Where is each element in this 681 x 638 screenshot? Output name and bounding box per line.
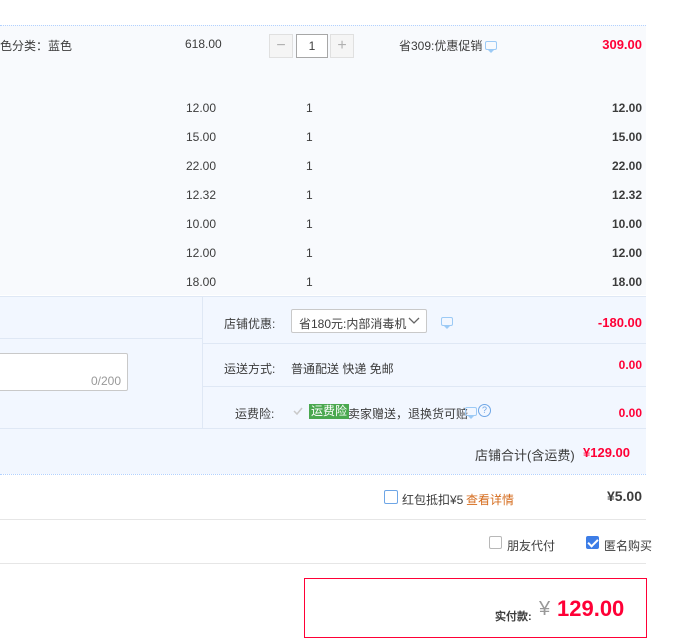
divider <box>202 343 646 344</box>
addon-price: 12.32 <box>186 188 217 202</box>
insurance-value: 0.00 <box>618 406 642 420</box>
chat-icon[interactable] <box>465 407 477 419</box>
anonymous-label: 匿名购买 <box>604 539 653 553</box>
discount-label: 店铺优惠: <box>224 317 276 331</box>
insurance-tag: 运费险 <box>309 404 350 419</box>
addon-price: 22.00 <box>186 159 217 173</box>
chevron-down-icon <box>408 317 420 324</box>
divider <box>202 296 203 428</box>
payment-label: 实付款: <box>495 611 532 623</box>
divider <box>0 519 646 520</box>
divider <box>0 428 646 429</box>
help-icon[interactable]: ? <box>478 404 491 417</box>
discount-select-value: 省180元:内部消毒机 <box>299 317 407 331</box>
order-item-panel <box>0 25 646 295</box>
addon-qty: 1 <box>306 246 313 260</box>
addon-total: 22.00 <box>611 159 642 173</box>
addon-price: 12.00 <box>186 246 217 260</box>
shop-total-label: 店铺合计(含运费) <box>475 448 575 463</box>
addon-total: 12.00 <box>611 101 642 115</box>
quantity-plus-button[interactable]: + <box>330 34 354 58</box>
friend-pay-checkbox[interactable] <box>489 536 502 549</box>
addon-total: 10.00 <box>611 217 642 231</box>
addon-price: 15.00 <box>186 130 217 144</box>
item-variant: 色分类：蓝色 <box>0 39 73 53</box>
redpacket-value: ¥5.00 <box>606 488 642 504</box>
divider <box>0 338 202 339</box>
quantity-input[interactable]: 1 <box>296 34 328 58</box>
shop-total-value: ¥129.00 <box>583 445 630 460</box>
chat-icon[interactable] <box>485 41 497 53</box>
quantity-minus-button[interactable]: − <box>269 34 293 58</box>
addon-qty: 1 <box>306 217 313 231</box>
discount-value: -180.00 <box>597 315 642 330</box>
addon-total: 12.32 <box>611 188 642 202</box>
addon-total: 12.00 <box>611 246 642 260</box>
addon-qty: 1 <box>306 101 313 115</box>
discount-select[interactable]: 省180元:内部消毒机 <box>291 309 427 333</box>
item-subtotal: 309.00 <box>602 37 642 52</box>
addon-total: 18.00 <box>611 275 642 289</box>
addon-price: 12.00 <box>186 101 217 115</box>
addon-qty: 1 <box>306 130 313 144</box>
message-textarea[interactable]: 0/200 <box>0 353 128 391</box>
addon-price: 18.00 <box>186 275 217 289</box>
item-unit-price: 618.00 <box>185 37 222 51</box>
addon-qty: 1 <box>306 275 313 289</box>
divider <box>0 563 646 564</box>
redpacket-details-link[interactable]: 查看详情 <box>466 491 514 508</box>
payment-box: 实付款: ¥ 129.00 <box>304 578 647 638</box>
message-counter: 0/200 <box>90 374 121 388</box>
divider <box>0 296 646 297</box>
friend-pay-label: 朋友代付 <box>507 539 556 553</box>
anonymous-checkbox[interactable] <box>586 536 599 549</box>
redpacket-label: 红包抵扣¥5 <box>402 493 464 507</box>
payment-currency: ¥ <box>539 598 551 620</box>
divider <box>0 25 646 26</box>
divider <box>0 474 646 475</box>
divider <box>202 386 646 387</box>
shipping-value: 0.00 <box>618 358 642 372</box>
shipping-label: 运送方式: <box>224 362 276 376</box>
payment-amount: 129.00 <box>557 596 625 621</box>
promo-text: 省309:优惠促销 <box>399 39 483 53</box>
redpacket-checkbox[interactable] <box>384 490 398 504</box>
insurance-text: 卖家赠送，退换货可赔 <box>348 407 469 421</box>
addon-price: 10.00 <box>186 217 217 231</box>
insurance-label: 运费险: <box>235 407 275 421</box>
addon-qty: 1 <box>306 188 313 202</box>
chat-icon[interactable] <box>441 317 453 329</box>
addon-total: 15.00 <box>611 130 642 144</box>
addon-qty: 1 <box>306 159 313 173</box>
shipping-text: 普通配送 快递 免邮 <box>291 362 394 376</box>
checkmark-icon <box>292 405 304 417</box>
